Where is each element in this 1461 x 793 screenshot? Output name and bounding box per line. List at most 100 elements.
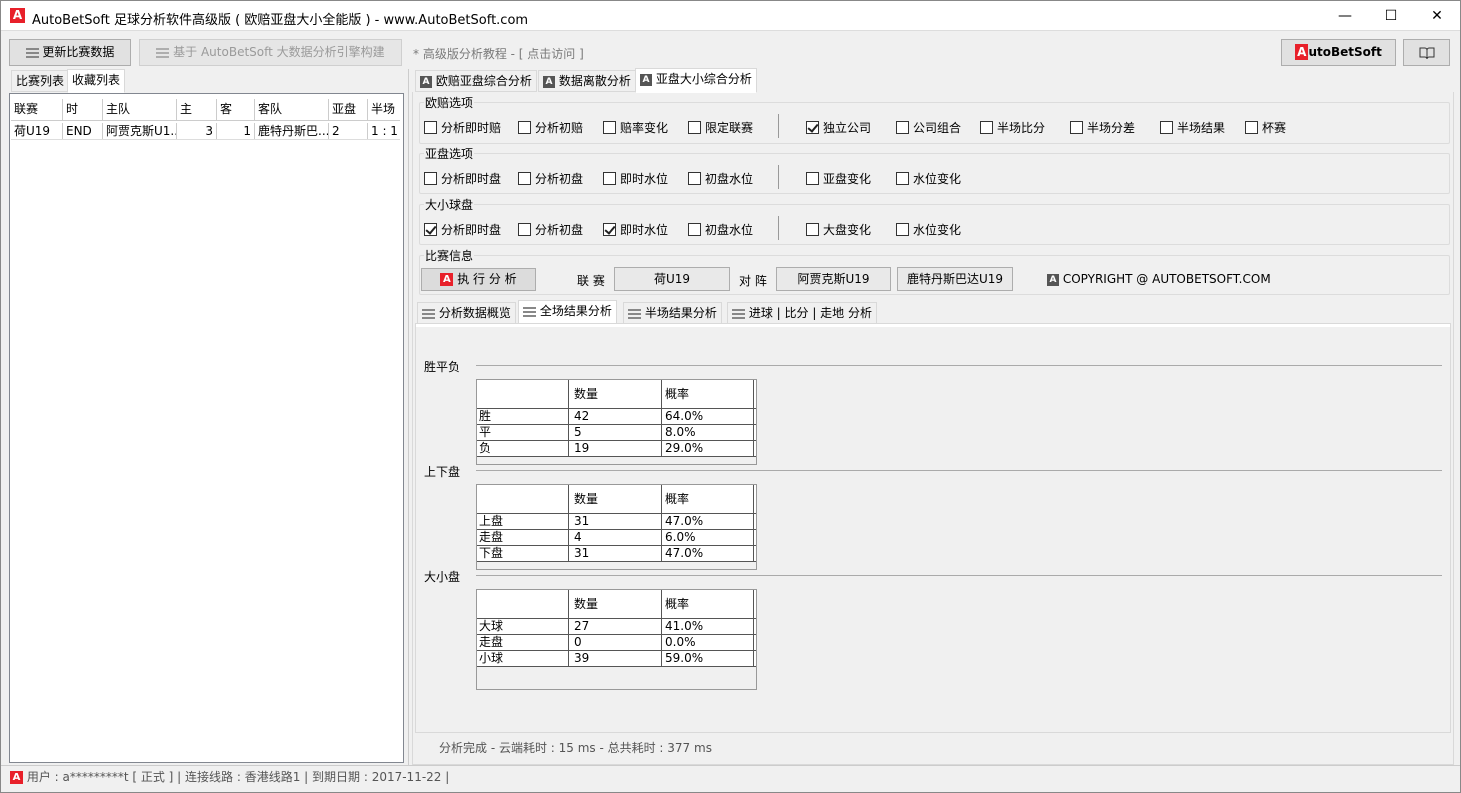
copyright-logo-icon: A [1047,273,1059,286]
cell-away-team: 鹿特丹斯巴... [255,123,329,139]
cb-asian-live-water[interactable]: 即时水位 [603,170,668,187]
execute-analysis-button[interactable]: A 执 行 分 析 [421,268,536,291]
col-home-team[interactable]: 主队 [103,99,177,120]
cb-label: 半场结果 [1177,121,1226,135]
content-top-strip [416,324,1450,327]
result-table: 数量 概率 上盘 31 47.0% 走盘 4 6.0% 下盘 31 47.0% [476,484,757,570]
table-row[interactable]: 荷U19 END 阿贾克斯U1... 3 1 鹿特丹斯巴... 2 1 : 1 [11,123,400,140]
cb-asian-live[interactable]: 分析即时盘 [424,170,501,187]
cb-asian-initial[interactable]: 分析初盘 [518,170,583,187]
tab-fulltime[interactable]: 全场结果分析 [518,300,617,324]
cb-analyze-live-odds[interactable]: 分析即时赔 [424,119,501,136]
cb-ou-live[interactable]: 分析即时盘 [424,221,501,238]
cb-limit-league[interactable]: 限定联赛 [688,119,753,136]
row-label: 负 [477,441,569,456]
header-count: 数量 [569,590,662,618]
app-window: A AutoBetSoft 足球分析软件高级版 ( 欧赔亚盘大小全能版 ) - … [0,0,1461,793]
cb-label: 分析初盘 [535,172,584,186]
col-halftime[interactable]: 半场 [368,99,400,120]
tab-halftime[interactable]: 半场结果分析 [623,302,722,324]
minimize-button[interactable]: — [1322,1,1368,31]
row-label: 小球 [477,651,569,666]
cb-label: 独立公司 [823,121,872,135]
col-away-team[interactable]: 客队 [255,99,329,120]
cb-single-company[interactable]: 独立公司 [806,119,871,136]
table-footer [477,457,756,464]
tab-logo-icon: A [543,75,555,88]
cb-asian-water-change[interactable]: 水位变化 [896,170,961,187]
tab-label: 亚盘大小综合分析 [655,72,752,86]
cb-company-group[interactable]: 公司组合 [896,119,961,136]
row-prob: 64.0% [662,409,754,424]
tab-overview[interactable]: 分析数据概览 [417,302,516,324]
cb-cup[interactable]: 杯赛 [1245,119,1286,136]
divider [778,165,779,189]
result-table: 数量 概率 大球 27 41.0% 走盘 0 0.0% 小球 39 59.0% [476,589,757,690]
table-row: 走盘 4 6.0% [477,530,756,546]
user-status-text: 用户 : a*********t [ 正式 ] | 连接线路 : 香港线路1 |… [26,770,450,784]
tab-favorites[interactable]: 收藏列表 [67,69,126,93]
cb-half-score[interactable]: 半场比分 [980,119,1045,136]
cb-ou-initial[interactable]: 分析初盘 [518,221,583,238]
execute-label: 执 行 分 析 [457,272,517,286]
row-count: 39 [569,651,662,666]
result-table: 数量 概率 胜 42 64.0% 平 5 8.0% 负 19 29.0% [476,379,757,465]
cb-ou-live-water[interactable]: 即时水位 [603,221,668,238]
splitter[interactable] [408,69,409,765]
checkbox-icon [603,121,616,134]
book-button[interactable] [1403,39,1450,66]
checkbox-checked-icon [424,223,437,236]
cb-half-diff[interactable]: 半场分差 [1070,119,1135,136]
checkbox-icon [896,172,909,185]
status-logo-icon: A [10,771,23,784]
tab-goals[interactable]: 进球 | 比分 | 走地 分析 [727,302,877,324]
list-icon [732,308,745,319]
close-button[interactable]: ✕ [1414,1,1460,31]
header-blank [477,485,569,513]
tutorial-link[interactable]: * 高级版分析教程 - [ 点击访问 ] [413,45,584,62]
tab-match-list[interactable]: 比赛列表 [11,70,70,92]
tab-europe-asian[interactable]: A 欧赔亚盘综合分析 [415,70,537,92]
checkbox-icon [424,121,437,134]
cb-asian-initial-water[interactable]: 初盘水位 [688,170,753,187]
tab-label: 进球 | 比分 | 走地 分析 [748,306,872,320]
cb-ou-initial-water[interactable]: 初盘水位 [688,221,753,238]
brand-logo-icon: A [1295,44,1309,60]
cb-label: 公司组合 [913,121,962,135]
checkbox-icon [980,121,993,134]
cb-ou-line-change[interactable]: 大盘变化 [806,221,871,238]
brand-button[interactable]: AutoBetSoft [1281,39,1396,66]
engine-button[interactable]: 基于 AutoBetSoft 大数据分析引擎构建 [139,39,402,66]
col-away-score[interactable]: 客 [217,99,255,120]
section-title: 上下盘 [424,465,461,479]
maximize-button[interactable]: ☐ [1368,1,1414,31]
cb-asian-line-change[interactable]: 亚盘变化 [806,170,871,187]
cb-label: 分析初盘 [535,223,584,237]
col-handicap[interactable]: 亚盘 [329,99,368,120]
cb-odds-change[interactable]: 赔率变化 [603,119,668,136]
list-icon [156,47,170,58]
col-time[interactable]: 时 [63,99,103,120]
cb-ou-water-change[interactable]: 水位变化 [896,221,961,238]
col-league[interactable]: 联赛 [11,99,63,120]
row-prob: 59.0% [662,651,754,666]
cb-analyze-initial-odds[interactable]: 分析初赔 [518,119,583,136]
tab-asian-overunder[interactable]: A 亚盘大小综合分析 [635,68,757,93]
analysis-status-text: 分析完成 - 云端耗时 : 15 ms - 总共耗时 : 377 ms [439,741,712,755]
col-home-score[interactable]: 主 [177,99,217,120]
update-data-button[interactable]: 更新比赛数据 [9,39,131,66]
row-label: 走盘 [477,530,569,545]
tab-label: 数据离散分析 [558,74,631,88]
divider [778,114,779,138]
cb-label: 亚盘变化 [823,172,872,186]
cb-half-result[interactable]: 半场结果 [1160,119,1225,136]
table-row: 负 19 29.0% [477,441,756,457]
section-divider [476,365,1442,366]
section-title: 大小盘 [424,570,461,584]
tab-dispersion[interactable]: A 数据离散分析 [538,70,636,92]
app-logo-icon: A [10,8,25,23]
title-bar: A AutoBetSoft 足球分析软件高级版 ( 欧赔亚盘大小全能版 ) - … [1,1,1460,31]
table-row: 下盘 31 47.0% [477,546,756,562]
checkbox-icon [1160,121,1173,134]
cb-label: 初盘水位 [705,223,754,237]
